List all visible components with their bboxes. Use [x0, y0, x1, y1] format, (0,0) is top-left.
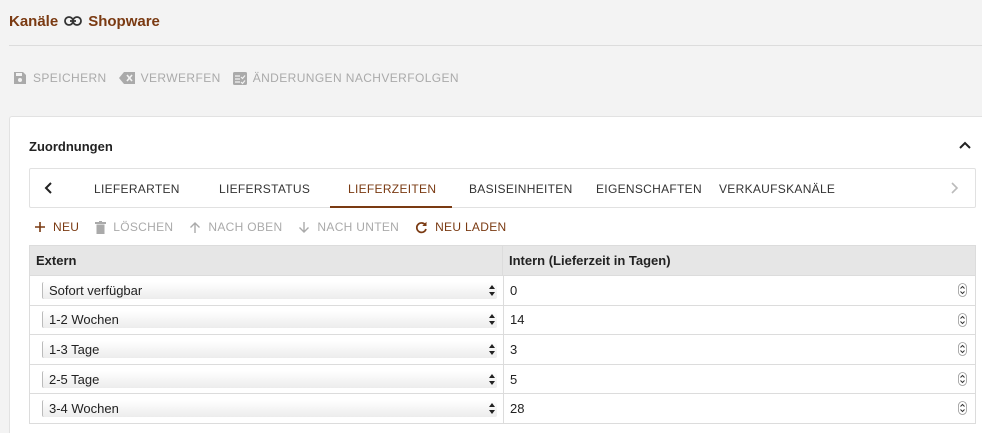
- extern-select-value: 3-4 Wochen: [49, 401, 119, 417]
- number-spinner-icon[interactable]: [958, 312, 967, 327]
- save-button[interactable]: SPEICHERN: [13, 69, 107, 87]
- column-header-extern: Extern: [30, 246, 503, 275]
- extern-select-value: 1-2 Wochen: [49, 312, 119, 328]
- intern-value: 5: [510, 371, 518, 387]
- tabs-scroll-left[interactable]: [30, 169, 68, 207]
- chevron-left-icon: [44, 182, 52, 194]
- extern-select[interactable]: Sofort verfügbar: [42, 281, 497, 299]
- extern-select-value: 2-5 Tage: [49, 371, 100, 387]
- chevron-up-icon[interactable]: [958, 139, 972, 153]
- number-spinner-icon[interactable]: [958, 401, 967, 416]
- move-up-label: NACH OBEN: [208, 220, 283, 234]
- table-row: 3-4 Wochen 28: [29, 394, 976, 424]
- page-title-shopware: Shopware: [88, 12, 160, 30]
- intern-cell[interactable]: 3: [504, 335, 975, 364]
- page-title-channels[interactable]: Kanäle: [9, 13, 58, 30]
- delete-button[interactable]: LÖSCHEN: [95, 220, 173, 234]
- extern-cell: 2-5 Tage: [30, 364, 504, 394]
- tab-lieferarten[interactable]: LIEFERARTEN: [94, 169, 180, 208]
- track-changes-label: ÄNDERUNGEN NACHVERFOLGEN: [252, 71, 459, 85]
- table-row: 2-5 Tage 5: [29, 364, 976, 395]
- link-icon: [64, 15, 83, 27]
- select-arrows-icon: [489, 314, 495, 326]
- new-label: NEU: [53, 220, 80, 234]
- table-row: 1-2 Wochen 14: [29, 305, 976, 336]
- extern-select-value: Sofort verfügbar: [49, 282, 143, 298]
- chevron-right-icon: [951, 182, 959, 194]
- discard-label: VERWERFEN: [140, 71, 221, 85]
- intern-value: 3: [510, 341, 518, 357]
- intern-value: 14: [510, 312, 525, 328]
- active-tab-indicator: [330, 206, 452, 208]
- arrow-up-icon: [190, 221, 201, 233]
- tab-bar: LIEFERARTEN LIEFERSTATUS LIEFERZEITEN BA…: [29, 168, 976, 208]
- tab-lieferstatus[interactable]: LIEFERSTATUS: [219, 169, 310, 208]
- number-spinner-icon[interactable]: [958, 371, 967, 386]
- move-down-button[interactable]: NACH UNTEN: [298, 220, 399, 234]
- page-header: Kanäle Shopware: [9, 11, 160, 31]
- extern-select-value: 1-3 Tage: [49, 341, 100, 357]
- plus-icon: [35, 222, 45, 232]
- tab-eigenschaften[interactable]: EIGENSCHAFTEN: [596, 169, 702, 208]
- save-label: SPEICHERN: [33, 71, 107, 85]
- trash-icon: [95, 220, 107, 234]
- save-icon: [14, 72, 26, 84]
- column-header-intern: Intern (Lieferzeit in Tagen): [509, 253, 671, 268]
- extern-select[interactable]: 1-3 Tage: [42, 340, 497, 358]
- extern-cell: 3-4 Wochen: [30, 394, 504, 423]
- new-button[interactable]: NEU: [34, 220, 79, 234]
- select-arrows-icon: [489, 284, 495, 296]
- arrow-down-icon: [299, 221, 310, 233]
- track-changes-icon: [232, 71, 247, 85]
- table-row: 1-3 Tage 3: [29, 335, 976, 365]
- extern-cell: 1-3 Tage: [30, 335, 504, 364]
- tab-verkaufskanaele[interactable]: VERKAUFSKANÄLE: [719, 169, 835, 208]
- row-actions: NEU LÖSCHEN NACH OBEN NACH UNTEN NEU LAD…: [34, 217, 522, 237]
- extern-cell: 1-2 Wochen: [30, 305, 504, 335]
- move-up-button[interactable]: NACH OBEN: [189, 220, 282, 234]
- intern-value: 28: [510, 401, 525, 417]
- panel-title: Zuordnungen: [29, 139, 113, 154]
- mappings-panel: Zuordnungen LIEFERARTEN LIEFERSTATUS LIE…: [9, 116, 982, 433]
- table-header: Extern Intern (Lieferzeit in Tagen): [29, 245, 976, 276]
- mapping-table: Extern Intern (Lieferzeit in Tagen) Sofo…: [29, 245, 976, 424]
- intern-cell[interactable]: 0: [504, 276, 975, 305]
- extern-cell: Sofort verfügbar: [30, 276, 504, 305]
- select-arrows-icon: [489, 403, 495, 415]
- delete-label: LÖSCHEN: [113, 220, 174, 234]
- number-spinner-icon[interactable]: [958, 342, 967, 357]
- number-spinner-icon[interactable]: [958, 283, 967, 297]
- intern-cell[interactable]: 28: [504, 394, 975, 423]
- backspace-icon: [118, 72, 135, 84]
- discard-button[interactable]: VERWERFEN: [118, 69, 221, 87]
- extern-select[interactable]: 3-4 Wochen: [42, 400, 497, 418]
- intern-value: 0: [510, 282, 518, 298]
- tab-lieferzeiten[interactable]: LIEFERZEITEN: [348, 169, 436, 208]
- toolbar: SPEICHERN VERWERFEN ÄNDERUNGEN NACHVERFO…: [13, 69, 471, 87]
- tab-basiseinheiten[interactable]: BASISEINHEITEN: [469, 169, 573, 208]
- tabs-scroll-right[interactable]: [935, 169, 973, 207]
- track-changes-button[interactable]: ÄNDERUNGEN NACHVERFOLGEN: [232, 69, 459, 87]
- select-arrows-icon: [489, 373, 495, 385]
- extern-select[interactable]: 2-5 Tage: [42, 370, 497, 388]
- reload-button[interactable]: NEU LADEN: [415, 220, 506, 234]
- table-row: Sofort verfügbar 0: [29, 276, 976, 306]
- extern-select[interactable]: 1-2 Wochen: [42, 311, 497, 329]
- move-down-label: NACH UNTEN: [317, 220, 400, 234]
- intern-cell[interactable]: 14: [504, 306, 975, 335]
- refresh-icon: [416, 221, 427, 233]
- select-arrows-icon: [489, 343, 495, 355]
- reload-label: NEU LADEN: [435, 220, 507, 234]
- intern-cell[interactable]: 5: [504, 365, 975, 394]
- header-divider: [9, 45, 982, 46]
